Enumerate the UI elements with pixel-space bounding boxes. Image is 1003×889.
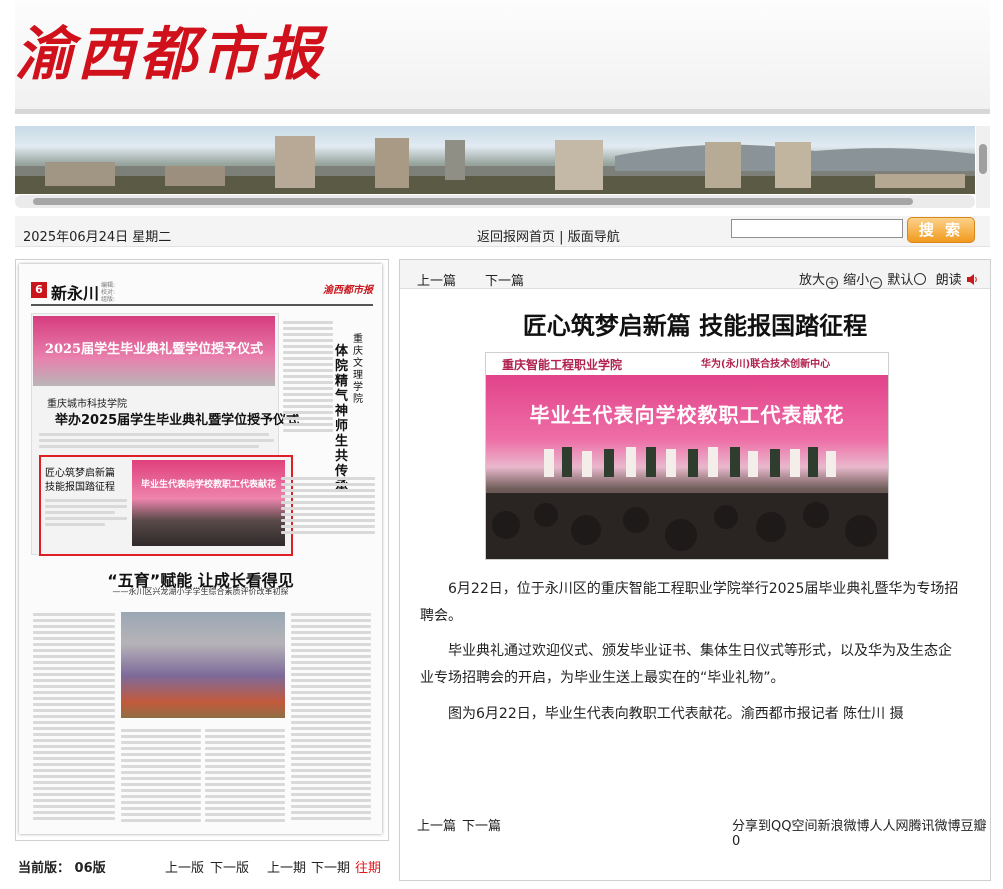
side-story-school: 重庆文理学院 xyxy=(353,334,363,405)
zoom-in-button[interactable]: 放大 + xyxy=(799,273,839,289)
feature-photo xyxy=(121,612,285,718)
search-button[interactable]: 搜 索 xyxy=(907,217,975,243)
feature-subtitle: ——永川区兴龙湖小学学生综合素质评价改革初探 xyxy=(112,587,289,596)
highlighted-text-lines xyxy=(45,496,127,529)
read-aloud-button[interactable]: 朗读 xyxy=(936,273,978,288)
next-issue-link[interactable]: 下一期 xyxy=(311,857,350,876)
photo-center-name: 华为(永川)联合技术创新中心 xyxy=(701,359,831,370)
feature-column-1 xyxy=(33,610,115,823)
newspaper-page-thumbnail[interactable]: 6 新永川 编辑: 校对: 组版: 渝西都市报 2025届学生毕业典礼暨学位授予… xyxy=(19,264,382,834)
header-divider xyxy=(15,109,990,114)
current-edition-label: 当前版： 06版 xyxy=(18,861,106,876)
default-size-button[interactable]: 默认 xyxy=(887,273,927,288)
prev-article-link-bottom[interactable]: 上一篇 xyxy=(417,815,456,834)
search-input[interactable] xyxy=(731,219,903,238)
top-story-text-lines xyxy=(39,430,279,451)
page-nav-link[interactable]: 版面导航 xyxy=(568,230,620,245)
banner-vertical-scrollbar[interactable] xyxy=(976,126,990,208)
highlighted-photo-banner: 毕业生代表向学校教职工代表献花 xyxy=(140,480,276,490)
article-paragraph: 6月22日，位于永川区的重庆智能工程职业学院举行2025届毕业典礼暨华为专场招聘… xyxy=(420,581,959,624)
text-size-controls: 放大 + 缩小 − 默认 朗读 xyxy=(799,269,978,289)
home-link[interactable]: 返回报网首页 xyxy=(477,230,555,245)
speaker-icon xyxy=(966,274,977,285)
feature-column-4 xyxy=(291,610,371,823)
page-section-name: 新永川 xyxy=(51,284,100,303)
article-paragraph: 图为6月22日，毕业生代表向教职工代表献花。渝西都市报记者 陈仕川 摄 xyxy=(448,706,904,722)
top-story-headline[interactable]: 举办2025届学生毕业典礼暨学位授予仪式 xyxy=(55,409,299,428)
minus-icon: − xyxy=(870,277,883,289)
plus-icon: + xyxy=(826,277,839,289)
banner-horizontal-scrollbar[interactable] xyxy=(15,195,975,208)
zoom-out-button[interactable]: 缩小 − xyxy=(843,273,883,289)
page-preview-panel: 6 新永川 编辑: 校对: 组版: 渝西都市报 2025届学生毕业典礼暨学位授予… xyxy=(15,259,389,841)
masthead: 渝西都市报 xyxy=(15,0,990,110)
page-number-badge: 6 xyxy=(31,282,47,298)
next-edition-link[interactable]: 下一版 xyxy=(210,857,249,876)
past-issues-link[interactable]: 往期 xyxy=(355,857,381,876)
article-photo: 重庆智能工程职业学院 华为(永川)联合技术创新中心 毕业生代表向学校教职工代表献… xyxy=(485,352,889,560)
highlighted-title-line2: 技能报国踏征程 xyxy=(45,482,115,493)
page-editor-meta: 编辑: 校对: 组版: xyxy=(101,282,116,303)
feature-column-2 xyxy=(121,726,201,825)
prev-issue-link[interactable]: 上一期 xyxy=(267,857,306,876)
circle-icon xyxy=(914,273,927,285)
nav-separator: | xyxy=(559,230,564,245)
article-toolbar: 上一篇 下一篇 放大 + 缩小 − 默认 朗读 xyxy=(400,260,990,289)
side-story-body-lines xyxy=(281,474,375,537)
date-nav-bar: 2025年06月24日 星期二 返回报网首页 | 版面导航 搜 索 xyxy=(15,216,990,247)
prev-edition-link[interactable]: 上一版 xyxy=(165,857,204,876)
prev-article-link[interactable]: 上一篇 xyxy=(417,270,456,289)
next-article-link[interactable]: 下一篇 xyxy=(485,270,524,289)
top-story-photo-banner: 2025届学生毕业典礼暨学位授予仪式 xyxy=(44,342,264,357)
side-column-text xyxy=(283,318,333,435)
next-article-link-bottom[interactable]: 下一篇 xyxy=(462,815,501,834)
city-skyline-illustration xyxy=(15,136,975,194)
top-story-org: 重庆城市科技学院 xyxy=(47,399,127,410)
issue-date: 2025年06月24日 星期二 xyxy=(23,230,172,245)
side-story-title[interactable]: 体院精气神 师生共传承 xyxy=(335,344,351,494)
newspaper-logo: 渝西都市报 xyxy=(15,20,326,88)
share-links[interactable]: 分享到QQ空间新浪微博人人网腾讯微博豆瓣0 xyxy=(732,815,990,849)
city-banner-image xyxy=(15,126,975,194)
article-paragraph: 毕业典礼通过欢迎仪式、颁发毕业证书、集体生日仪式等形式，以及华为及生态企业专场招… xyxy=(420,643,952,686)
article-footer: 上一篇 下一篇 分享到QQ空间新浪微博人人网腾讯微博豆瓣0 xyxy=(400,809,990,849)
photo-banner-text: 毕业生代表向学校教职工代表献花 xyxy=(529,403,845,427)
page-header: 6 新永川 编辑: 校对: 组版: 渝西都市报 xyxy=(31,280,373,306)
photo-school-name: 重庆智能工程职业学院 xyxy=(502,358,623,372)
edition-nav: 当前版： 06版 上一版 下一版 上一期 下一期 往期 xyxy=(15,853,387,876)
article-title: 匠心筑梦启新篇 技能报国踏征程 xyxy=(522,312,868,340)
highlighted-title-line1: 匠心筑梦启新篇 xyxy=(45,468,115,479)
article-panel: 上一篇 下一篇 放大 + 缩小 − 默认 朗读 匠心筑梦启新篇 技能报国踏征程 重庆… xyxy=(399,259,991,881)
feature-column-3 xyxy=(205,726,285,825)
highlighted-article-photo xyxy=(132,460,285,546)
top-nav-links: 返回报网首页 | 版面导航 xyxy=(477,226,620,245)
mini-logo: 渝西都市报 xyxy=(323,285,373,296)
